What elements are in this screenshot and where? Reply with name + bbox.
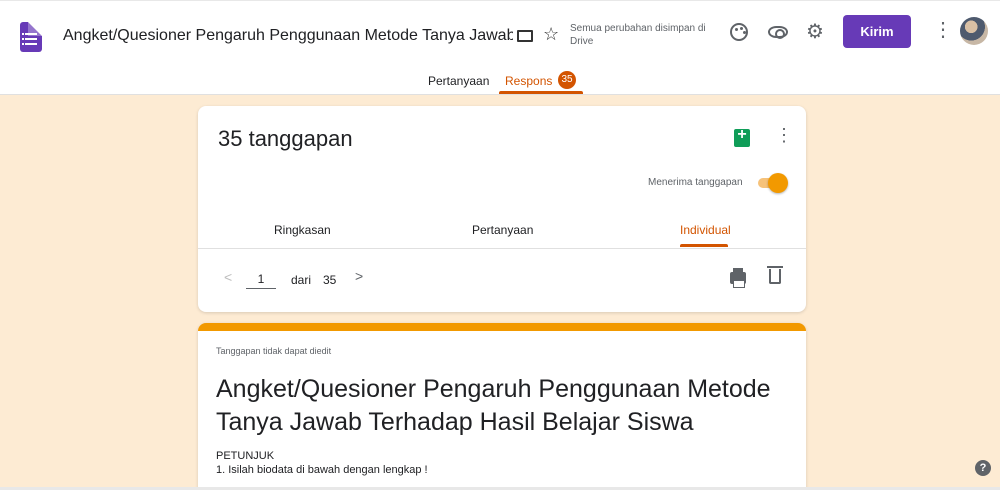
gear-icon[interactable]: ⚙: [806, 22, 824, 42]
response-not-editable-notice: Tanggapan tidak dapat diedit: [216, 346, 332, 356]
palette-icon[interactable]: [730, 23, 748, 41]
card-divider: [198, 248, 806, 249]
accepting-responses-toggle[interactable]: [768, 173, 788, 193]
subtab-individual[interactable]: Individual: [680, 223, 731, 237]
print-icon[interactable]: [730, 268, 746, 288]
folder-icon[interactable]: [517, 30, 533, 42]
next-response-icon[interactable]: >: [355, 268, 363, 284]
star-icon[interactable]: ☆: [543, 24, 559, 45]
form-title: Angket/Quesioner Pengaruh Penggunaan Met…: [216, 375, 771, 436]
forms-app-icon[interactable]: [20, 22, 42, 52]
save-status: Semua perubahan disimpan di Drive: [570, 23, 706, 47]
app-header: Angket/Quesioner Pengaruh Penggunaan Met…: [0, 0, 1000, 95]
form-preview-card: Tanggapan tidak dapat diedit Angket/Ques…: [198, 323, 806, 490]
active-subtab-indicator: [680, 244, 728, 247]
delete-icon[interactable]: [767, 266, 783, 284]
top-divider: [0, 0, 1000, 1]
responses-card: 35 tanggapan ⋮ Menerima tanggapan Ringka…: [198, 106, 806, 312]
pager-of-label: dari: [291, 273, 312, 287]
tab-responses[interactable]: Respons: [505, 74, 552, 88]
sheets-icon[interactable]: [734, 126, 750, 147]
send-button[interactable]: Kirim: [843, 15, 911, 48]
previous-response-icon[interactable]: <: [224, 269, 232, 285]
tab-questions[interactable]: Pertanyaan: [428, 74, 489, 88]
more-vert-icon[interactable]: ⋮: [933, 20, 953, 40]
description-line: 1. Isilah biodata di bawah dengan lengka…: [216, 464, 428, 476]
eye-icon[interactable]: [768, 26, 788, 39]
description-heading: PETUNJUK: [216, 450, 275, 462]
subtab-summary[interactable]: Ringkasan: [274, 223, 331, 237]
pager-total: 35: [323, 273, 337, 287]
response-number-input[interactable]: [246, 272, 276, 289]
active-tab-indicator: [499, 91, 583, 94]
responses-count-badge: 35: [558, 71, 576, 89]
document-title[interactable]: Angket/Quesioner Pengaruh Penggunaan Met…: [63, 27, 513, 45]
avatar[interactable]: [960, 17, 988, 45]
accepting-responses-label: Menerima tanggapan: [648, 177, 743, 188]
form-description: PETUNJUK 1. Isilah biodata di bawah deng…: [216, 449, 428, 477]
more-vert-icon[interactable]: ⋮: [775, 126, 793, 144]
responses-count-title: 35 tanggapan: [218, 126, 353, 151]
subtab-question[interactable]: Pertanyaan: [472, 223, 533, 237]
help-icon[interactable]: ?: [975, 460, 991, 476]
